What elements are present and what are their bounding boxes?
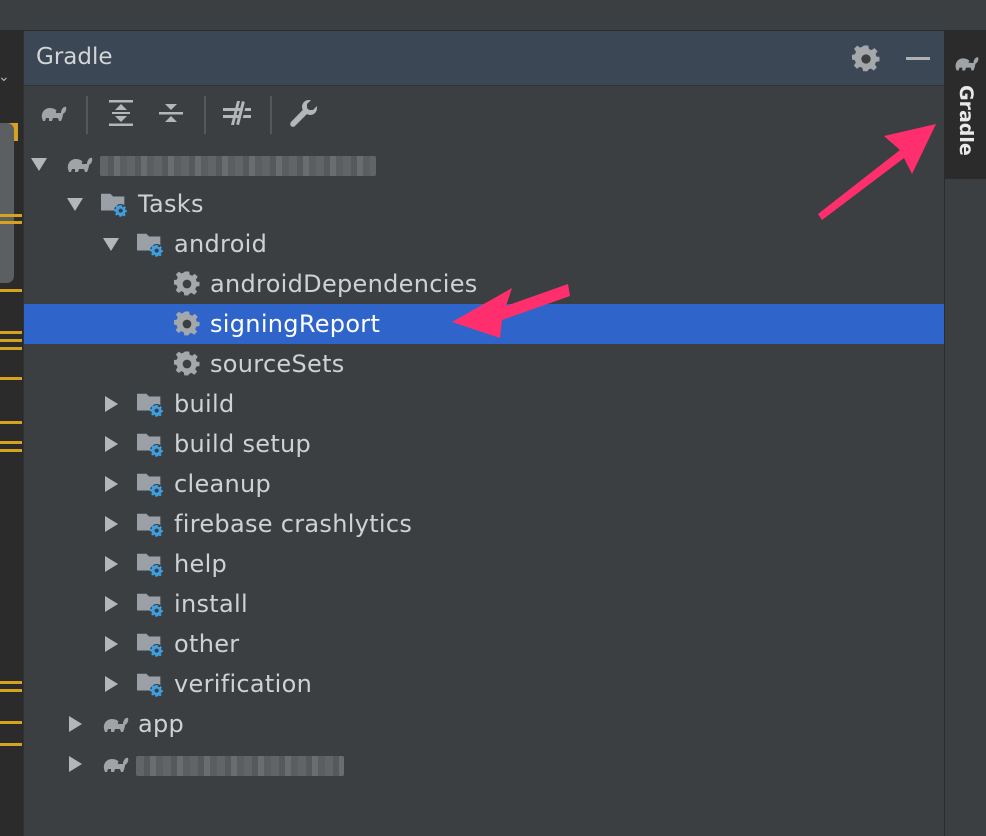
gear-icon: [174, 271, 200, 297]
tree-label: verification: [174, 670, 313, 698]
tree-row-android[interactable]: android: [24, 224, 944, 264]
panel-header: Gradle: [24, 31, 944, 86]
chevron-down-icon[interactable]: [30, 155, 48, 173]
folder-gear-icon: [136, 590, 166, 618]
toggle-offline-icon[interactable]: [220, 96, 254, 130]
tree-row-task[interactable]: sourceSets: [24, 344, 944, 384]
chevron-down-icon[interactable]: ⌄: [0, 69, 10, 85]
tree-label: build: [174, 390, 235, 418]
folder-gear-icon: [136, 630, 166, 658]
tree-label: app: [138, 710, 185, 738]
editor-scrollbar-thumb[interactable]: [0, 123, 14, 283]
folder-gear-icon: [136, 550, 166, 578]
tree-row-group[interactable]: install: [24, 584, 944, 624]
right-tool-strip: Gradle: [944, 31, 986, 836]
elephant-icon: [100, 750, 130, 778]
tree-label: signingReport: [210, 310, 381, 338]
folder-gear-icon: [136, 230, 166, 258]
chevron-right-icon[interactable]: [66, 755, 84, 773]
marker-line: [0, 449, 22, 452]
tree-row-module[interactable]: [24, 744, 944, 784]
minimize-icon[interactable]: [906, 57, 930, 60]
marker-line: [0, 421, 22, 424]
gear-icon: [174, 311, 200, 337]
tree-row-group[interactable]: other: [24, 624, 944, 664]
module-name-redacted: [136, 756, 344, 776]
elephant-icon: [64, 150, 94, 178]
chevron-right-icon[interactable]: [102, 555, 120, 573]
expand-all-icon[interactable]: [104, 96, 138, 130]
panel-title: Gradle: [36, 44, 113, 70]
tree-label: install: [174, 590, 248, 618]
project-name-redacted: [100, 156, 376, 176]
collapse-all-icon[interactable]: [154, 96, 188, 130]
chevron-down-icon[interactable]: [66, 195, 84, 213]
tree-row-group[interactable]: build setup: [24, 424, 944, 464]
toolbar-separator: [204, 96, 206, 134]
tree-label: android: [174, 230, 268, 258]
gradle-toolbar: [24, 86, 944, 144]
elephant-icon[interactable]: [36, 96, 70, 130]
tree-row-group[interactable]: firebase crashlytics: [24, 504, 944, 544]
marker-line: [0, 721, 22, 724]
tree-row-root[interactable]: [24, 144, 944, 184]
folder-gear-icon: [136, 670, 166, 698]
tree-label: cleanup: [174, 470, 272, 498]
tree-label: sourceSets: [210, 350, 345, 378]
tree-row-group[interactable]: build: [24, 384, 944, 424]
chevron-right-icon[interactable]: [102, 515, 120, 533]
marker-line: [0, 689, 22, 692]
marker-line: [0, 339, 22, 342]
folder-gear-icon: [136, 510, 166, 538]
chevron-right-icon[interactable]: [102, 395, 120, 413]
chevron-right-icon[interactable]: [102, 435, 120, 453]
tree-row-module[interactable]: app: [24, 704, 944, 744]
folder-gear-icon: [136, 390, 166, 418]
marker-line: [0, 441, 22, 444]
marker-line: [0, 331, 22, 334]
chevron-right-icon[interactable]: [102, 595, 120, 613]
marker-line: [0, 377, 22, 380]
tree-label: firebase crashlytics: [174, 510, 413, 538]
tree-row-task[interactable]: androidDependencies: [24, 264, 944, 304]
tree-label: androidDependencies: [210, 270, 478, 298]
toolbar-separator: [270, 96, 272, 134]
top-strip: [0, 0, 986, 31]
tree-row-task-selected[interactable]: signingReport: [24, 304, 944, 344]
tree-row-tasks[interactable]: Tasks: [24, 184, 944, 224]
chevron-right-icon[interactable]: [102, 675, 120, 693]
marker-line: [0, 289, 22, 292]
elephant-icon: [100, 710, 130, 738]
gradle-panel: Gradle Tasks android androidDependencies…: [24, 31, 944, 836]
tree-row-group[interactable]: verification: [24, 664, 944, 704]
marker-line: [0, 347, 22, 350]
folder-gear-icon: [136, 470, 166, 498]
chevron-right-icon[interactable]: [102, 475, 120, 493]
toolbar-separator: [86, 96, 88, 134]
chevron-right-icon[interactable]: [102, 635, 120, 653]
side-tab-label: Gradle: [955, 85, 977, 156]
elephant-icon: [952, 51, 980, 75]
tree-row-group[interactable]: cleanup: [24, 464, 944, 504]
gradle-side-tab[interactable]: Gradle: [945, 31, 986, 179]
tree-row-group[interactable]: help: [24, 544, 944, 584]
editor-sliver: ⌄: [0, 31, 24, 836]
marker-line: [0, 743, 22, 746]
folder-gear-icon: [136, 430, 166, 458]
marker-line: [0, 221, 22, 224]
tree-label: other: [174, 630, 240, 658]
marker-line: [0, 214, 22, 217]
tree-label: Tasks: [138, 190, 204, 218]
marker-line: [0, 681, 22, 684]
gear-icon[interactable]: [852, 45, 880, 73]
chevron-down-icon[interactable]: [102, 235, 120, 253]
tree-label: build setup: [174, 430, 312, 458]
wrench-icon[interactable]: [286, 96, 320, 130]
gear-icon: [174, 351, 200, 377]
tree-label: help: [174, 550, 228, 578]
folder-gear-icon: [100, 190, 130, 218]
chevron-right-icon[interactable]: [66, 715, 84, 733]
